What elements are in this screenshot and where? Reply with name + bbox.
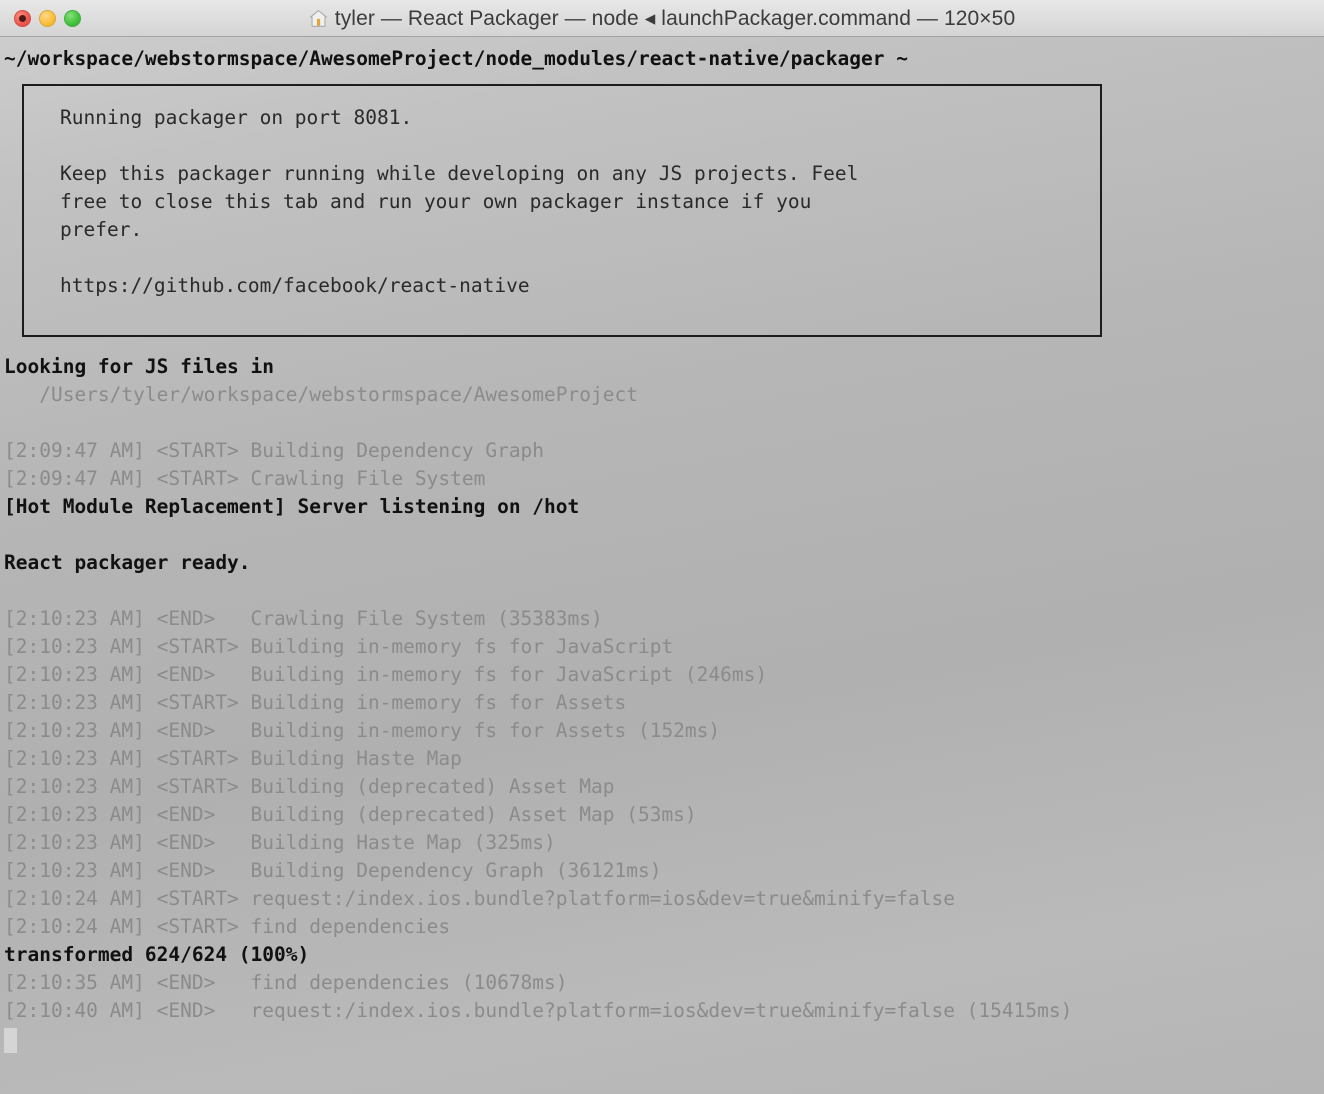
shell-prompt-path: ~/workspace/webstormspace/AwesomeProject… bbox=[4, 47, 908, 70]
log-line: [2:10:23 AM] <END> Crawling File System … bbox=[4, 607, 603, 630]
banner-line-3: Keep this packager running while develop… bbox=[60, 162, 859, 185]
log-line: [2:10:24 AM] <START> request:/index.ios.… bbox=[4, 887, 955, 910]
home-icon bbox=[309, 9, 327, 27]
shell-prompt-path-row: ~/workspace/webstormspace/AwesomeProject… bbox=[0, 45, 1324, 73]
log-line: [2:09:47 AM] <START> Crawling File Syste… bbox=[4, 467, 486, 490]
banner-line-2 bbox=[60, 132, 1100, 160]
banner-line-1: Running packager on port 8081. bbox=[60, 106, 413, 129]
terminal-content[interactable]: ~/workspace/webstormspace/AwesomeProject… bbox=[0, 37, 1324, 1094]
log-line: React packager ready. bbox=[4, 551, 251, 574]
log-line: [2:10:35 AM] <END> find dependencies (10… bbox=[4, 971, 568, 994]
log-line: transformed 624/624 (100%) bbox=[4, 943, 310, 966]
text-cursor bbox=[4, 1028, 17, 1053]
log-line: /Users/tyler/workspace/webstormspace/Awe… bbox=[4, 383, 638, 406]
log-line: [2:10:23 AM] <END> Building (deprecated)… bbox=[4, 803, 697, 826]
log-line: [2:10:23 AM] <START> Building (deprecate… bbox=[4, 775, 615, 798]
window-traffic-lights bbox=[14, 10, 81, 27]
log-line: [Hot Module Replacement] Server listenin… bbox=[4, 495, 580, 518]
log-line: [2:10:23 AM] <END> Building Dependency G… bbox=[4, 859, 662, 882]
window-title: tyler — React Packager — node ◂ launchPa… bbox=[334, 6, 1016, 30]
close-button[interactable] bbox=[14, 10, 31, 27]
log-line: [2:09:47 AM] <START> Building Dependency… bbox=[4, 439, 545, 462]
banner-line-5: prefer. bbox=[60, 218, 143, 241]
terminal-window: tyler — React Packager — node ◂ launchPa… bbox=[0, 0, 1324, 1094]
log-line: [2:10:23 AM] <START> Building in-memory … bbox=[4, 691, 627, 714]
log-line: [2:10:40 AM] <END> request:/index.ios.bu… bbox=[4, 999, 1073, 1022]
banner-line-6 bbox=[60, 244, 1100, 272]
log-line: [2:10:23 AM] <END> Building in-memory fs… bbox=[4, 719, 721, 742]
log-line: [2:10:23 AM] <START> Building in-memory … bbox=[4, 635, 674, 658]
banner-line-7: https://github.com/facebook/react-native bbox=[60, 274, 530, 297]
window-title-group: tyler — React Packager — node ◂ launchPa… bbox=[0, 0, 1324, 36]
log-line: [2:10:23 AM] <END> Building Haste Map (3… bbox=[4, 831, 556, 854]
packager-log-output: Looking for JS files in /Users/tyler/wor… bbox=[0, 353, 1324, 1025]
log-line: [2:10:23 AM] <END> Building in-memory fs… bbox=[4, 663, 768, 686]
window-titlebar: tyler — React Packager — node ◂ launchPa… bbox=[0, 0, 1324, 37]
packager-banner-box: Running packager on port 8081. Keep this… bbox=[22, 84, 1102, 337]
minimize-button[interactable] bbox=[39, 10, 56, 27]
banner-line-4: free to close this tab and run your own … bbox=[60, 190, 812, 213]
log-line: [2:10:23 AM] <START> Building Haste Map bbox=[4, 747, 462, 770]
log-line: [2:10:24 AM] <START> find dependencies bbox=[4, 915, 451, 938]
zoom-button[interactable] bbox=[64, 10, 81, 27]
log-line: Looking for JS files in bbox=[4, 355, 275, 378]
